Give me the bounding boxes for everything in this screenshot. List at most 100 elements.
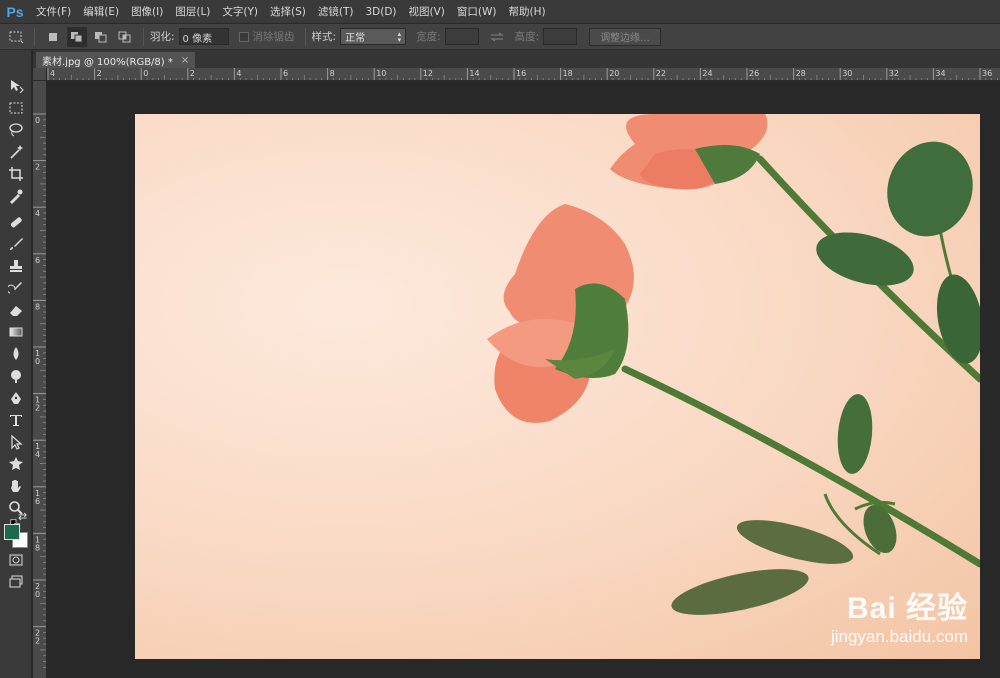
menu-3d[interactable]: 3D(D) (359, 0, 402, 24)
separator (304, 27, 306, 46)
menu-view[interactable]: 视图(V) (403, 0, 451, 24)
subtract-from-selection-icon[interactable] (91, 27, 111, 47)
move-icon[interactable] (4, 76, 28, 96)
width-input[interactable] (444, 28, 479, 45)
ruler-label: 2 (35, 637, 40, 646)
ruler-label: 4 (236, 69, 241, 78)
ruler-label: 22 (656, 69, 666, 78)
ruler-label: 24 (702, 69, 712, 78)
options-bar: 羽化: 0 像素 消除锯齿 样式: 正常 ▴ ▾ 宽度: 高度: 调整边缘... (0, 24, 1000, 50)
swap-colors-icon[interactable]: ⇄ (18, 510, 27, 523)
healing-brush-icon[interactable] (4, 212, 28, 232)
ruler-label: 28 (796, 69, 806, 78)
style-label: 样式: (311, 31, 337, 43)
menu-bar: Ps 文件(F) 编辑(E) 图像(I) 图层(L) 文字(Y) 选择(S) 滤… (0, 0, 1000, 24)
menu-select[interactable]: 选择(S) (264, 0, 312, 24)
horizontal-ruler: 4 2 0 2 4 6 8 10 12 14 16 18 20 22 24 26 28 30 32 34 36 (47, 68, 1000, 81)
eraser-icon[interactable] (4, 300, 28, 320)
watermark-url: jingyan.baidu.com (830, 627, 968, 646)
screen-mode-icon[interactable] (4, 572, 28, 592)
ruler-label: 8 (35, 543, 40, 552)
shape-icon[interactable] (4, 454, 28, 474)
type-icon[interactable] (4, 410, 28, 430)
document-tab[interactable]: 素材.jpg @ 100%(RGB/8) * × (36, 52, 196, 68)
close-icon[interactable]: × (181, 55, 189, 66)
menu-edit[interactable]: 编辑(E) (77, 0, 125, 24)
photoshop-logo: Ps (6, 3, 24, 20)
intersect-selection-icon[interactable] (115, 27, 135, 47)
history-brush-icon[interactable] (4, 278, 28, 298)
brush-icon[interactable] (4, 234, 28, 254)
separator (34, 27, 35, 46)
dodge-icon[interactable] (4, 366, 28, 386)
canvas-area[interactable]: Bai 经验 jingyan.baidu.com (47, 81, 1000, 678)
menu-window[interactable]: 窗口(W) (451, 0, 503, 24)
tools-panel: ⇄ (0, 50, 32, 678)
style-select-value: 正常 (345, 33, 366, 44)
blur-icon[interactable] (4, 344, 28, 364)
ruler-label: 0 (35, 590, 40, 599)
gradient-icon[interactable] (4, 322, 28, 342)
ruler-label: 2 (35, 163, 40, 172)
path-selection-icon[interactable] (4, 432, 28, 452)
menu-image[interactable]: 图像(I) (125, 0, 169, 24)
swap-dimensions-icon[interactable] (487, 27, 507, 47)
ruler-label: 8 (35, 302, 40, 311)
ruler-label: 10 (376, 69, 386, 78)
menu-type[interactable]: 文字(Y) (216, 0, 264, 24)
ruler-label: 8 (330, 69, 335, 78)
document-image: Bai 经验 jingyan.baidu.com (135, 114, 980, 659)
crop-icon[interactable] (4, 164, 28, 184)
ruler-label: 34 (935, 69, 945, 78)
ruler-label: 16 (516, 69, 526, 78)
marquee-preset-icon[interactable] (6, 27, 26, 47)
ruler-label: 20 (609, 69, 619, 78)
ruler-label: 36 (982, 69, 992, 78)
style-select[interactable]: 正常 ▴ ▾ (340, 28, 407, 45)
ruler-label: 0 (35, 116, 40, 125)
magic-wand-icon[interactable] (4, 142, 28, 162)
ruler-label: 6 (35, 497, 40, 506)
ruler-label: 4 (50, 69, 55, 78)
document-tab-bar: 素材.jpg @ 100%(RGB/8) * × (33, 50, 1000, 68)
refine-edge-button[interactable]: 调整边缘... (589, 27, 661, 46)
vertical-ruler: 0246810121416182022 (33, 81, 47, 678)
height-label: 高度: (514, 31, 540, 43)
clone-stamp-icon[interactable] (4, 256, 28, 276)
feather-input[interactable]: 0 像素 (178, 28, 229, 45)
antialias-label: 消除锯齿 (252, 31, 295, 43)
ruler-label: 6 (35, 256, 40, 265)
quick-mask-icon[interactable] (4, 550, 28, 570)
baidu-watermark: Bai 经验 jingyan.baidu.com (831, 583, 968, 647)
pen-icon[interactable] (4, 388, 28, 408)
add-to-selection-icon[interactable] (67, 26, 87, 47)
separator (143, 27, 144, 46)
menu-filter[interactable]: 滤镜(T) (312, 0, 360, 24)
ruler-label: 32 (889, 69, 899, 78)
ruler-label: 6 (283, 69, 288, 78)
ruler-label: 4 (35, 209, 40, 218)
ruler-label: 0 (143, 69, 148, 78)
ruler-label: 2 (97, 69, 102, 78)
menu-layer[interactable]: 图层(L) (169, 0, 216, 24)
hand-icon[interactable] (4, 476, 28, 496)
select-arrows-icon: ▴ ▾ (397, 29, 402, 44)
menu-file[interactable]: 文件(F) (30, 0, 77, 24)
height-input[interactable] (543, 28, 578, 45)
antialias-checkbox[interactable] (238, 31, 249, 42)
new-selection-icon[interactable] (43, 27, 63, 47)
foreground-color-swatch[interactable] (4, 524, 20, 540)
ruler-label: 30 (842, 69, 852, 78)
marquee-icon[interactable] (4, 98, 28, 118)
ruler-label: 2 (190, 69, 195, 78)
watermark-main: Bai 经验 (846, 592, 968, 625)
feather-label: 羽化: (150, 31, 175, 43)
eyedropper-icon[interactable] (4, 186, 28, 206)
document-tab-title: 素材.jpg @ 100%(RGB/8) * (42, 56, 173, 68)
ruler-label: 0 (35, 357, 40, 366)
ruler-label: 26 (749, 69, 759, 78)
menu-help[interactable]: 帮助(H) (503, 0, 552, 24)
ruler-label: 12 (423, 69, 433, 78)
ruler-label: 18 (563, 69, 573, 78)
lasso-icon[interactable] (4, 120, 28, 140)
